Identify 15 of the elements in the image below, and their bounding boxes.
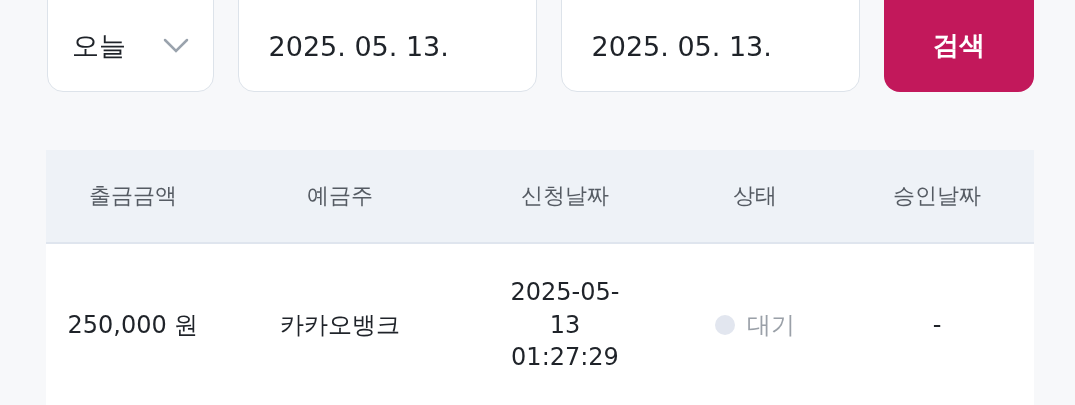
column-header: 출금금액 [88, 182, 178, 210]
request-date-cell-text: 2025-05-13 01:27:29 [509, 277, 621, 374]
chevron-down-icon [162, 38, 189, 54]
column-header: 신청날짜 [520, 182, 610, 210]
holder-cell-text: 카카오뱅크 [280, 310, 400, 341]
column-header: 상태 [732, 182, 778, 210]
start-date-field[interactable]: 2025. 05. 13. [237, 0, 537, 92]
search-button[interactable]: 검색 [883, 0, 1034, 92]
period-dropdown[interactable]: 오늘 [47, 0, 214, 92]
amount-cell-text: 250,000 원 [67, 310, 199, 341]
column-header: 승인날짜 [892, 182, 982, 210]
column-header: 예금주 [306, 182, 374, 210]
end-date-field[interactable]: 2025. 05. 13. [560, 0, 860, 92]
status-label: 대기 [747, 310, 795, 341]
approval-date-cell: - [932, 311, 942, 339]
